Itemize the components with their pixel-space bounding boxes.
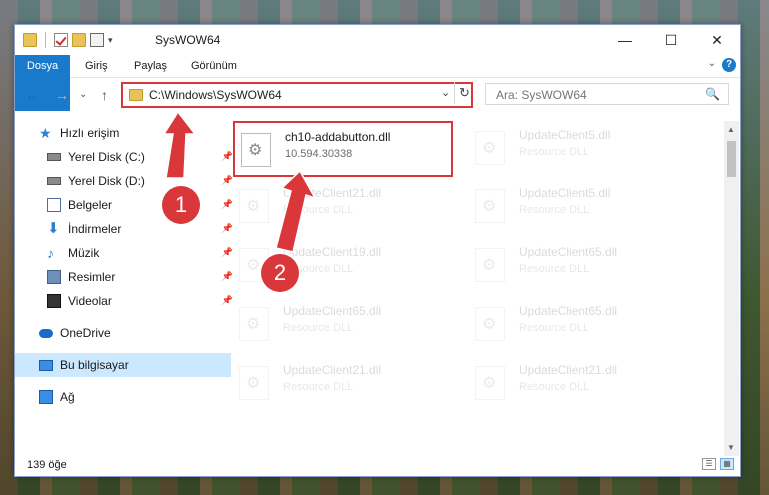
arrow-1 [162, 110, 197, 179]
annotation-arrows [162, 110, 317, 253]
step-2-badge: 2 [261, 254, 299, 292]
arrow-2 [275, 169, 317, 253]
step-1-badge: 1 [162, 186, 200, 224]
